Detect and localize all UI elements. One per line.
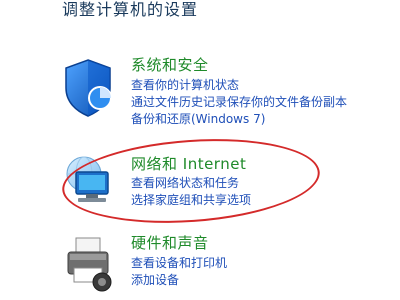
view-computer-status-link[interactable]: 查看你的计算机状态 [131, 77, 347, 94]
system-security-heading[interactable]: 系统和安全 [131, 54, 209, 75]
network-icon[interactable] [56, 150, 120, 214]
file-history-backup-link[interactable]: 通过文件历史记录保存你的文件备份副本 [131, 94, 347, 111]
printer-icon[interactable] [56, 232, 120, 296]
devices-printers-link[interactable]: 查看设备和打印机 [131, 255, 227, 272]
view-network-status-link[interactable]: 查看网络状态和任务 [131, 175, 251, 192]
page-title: 调整计算机的设置 [62, 0, 199, 19]
network-internet-heading[interactable]: 网络和 Internet [131, 153, 246, 174]
backup-restore-link[interactable]: 备份和还原(Windows 7) [131, 111, 347, 128]
homegroup-sharing-link[interactable]: 选择家庭组和共享选项 [131, 192, 251, 209]
hardware-sound-heading[interactable]: 硬件和声音 [131, 232, 209, 253]
shield-icon[interactable] [56, 56, 120, 120]
add-device-link[interactable]: 添加设备 [131, 272, 227, 289]
